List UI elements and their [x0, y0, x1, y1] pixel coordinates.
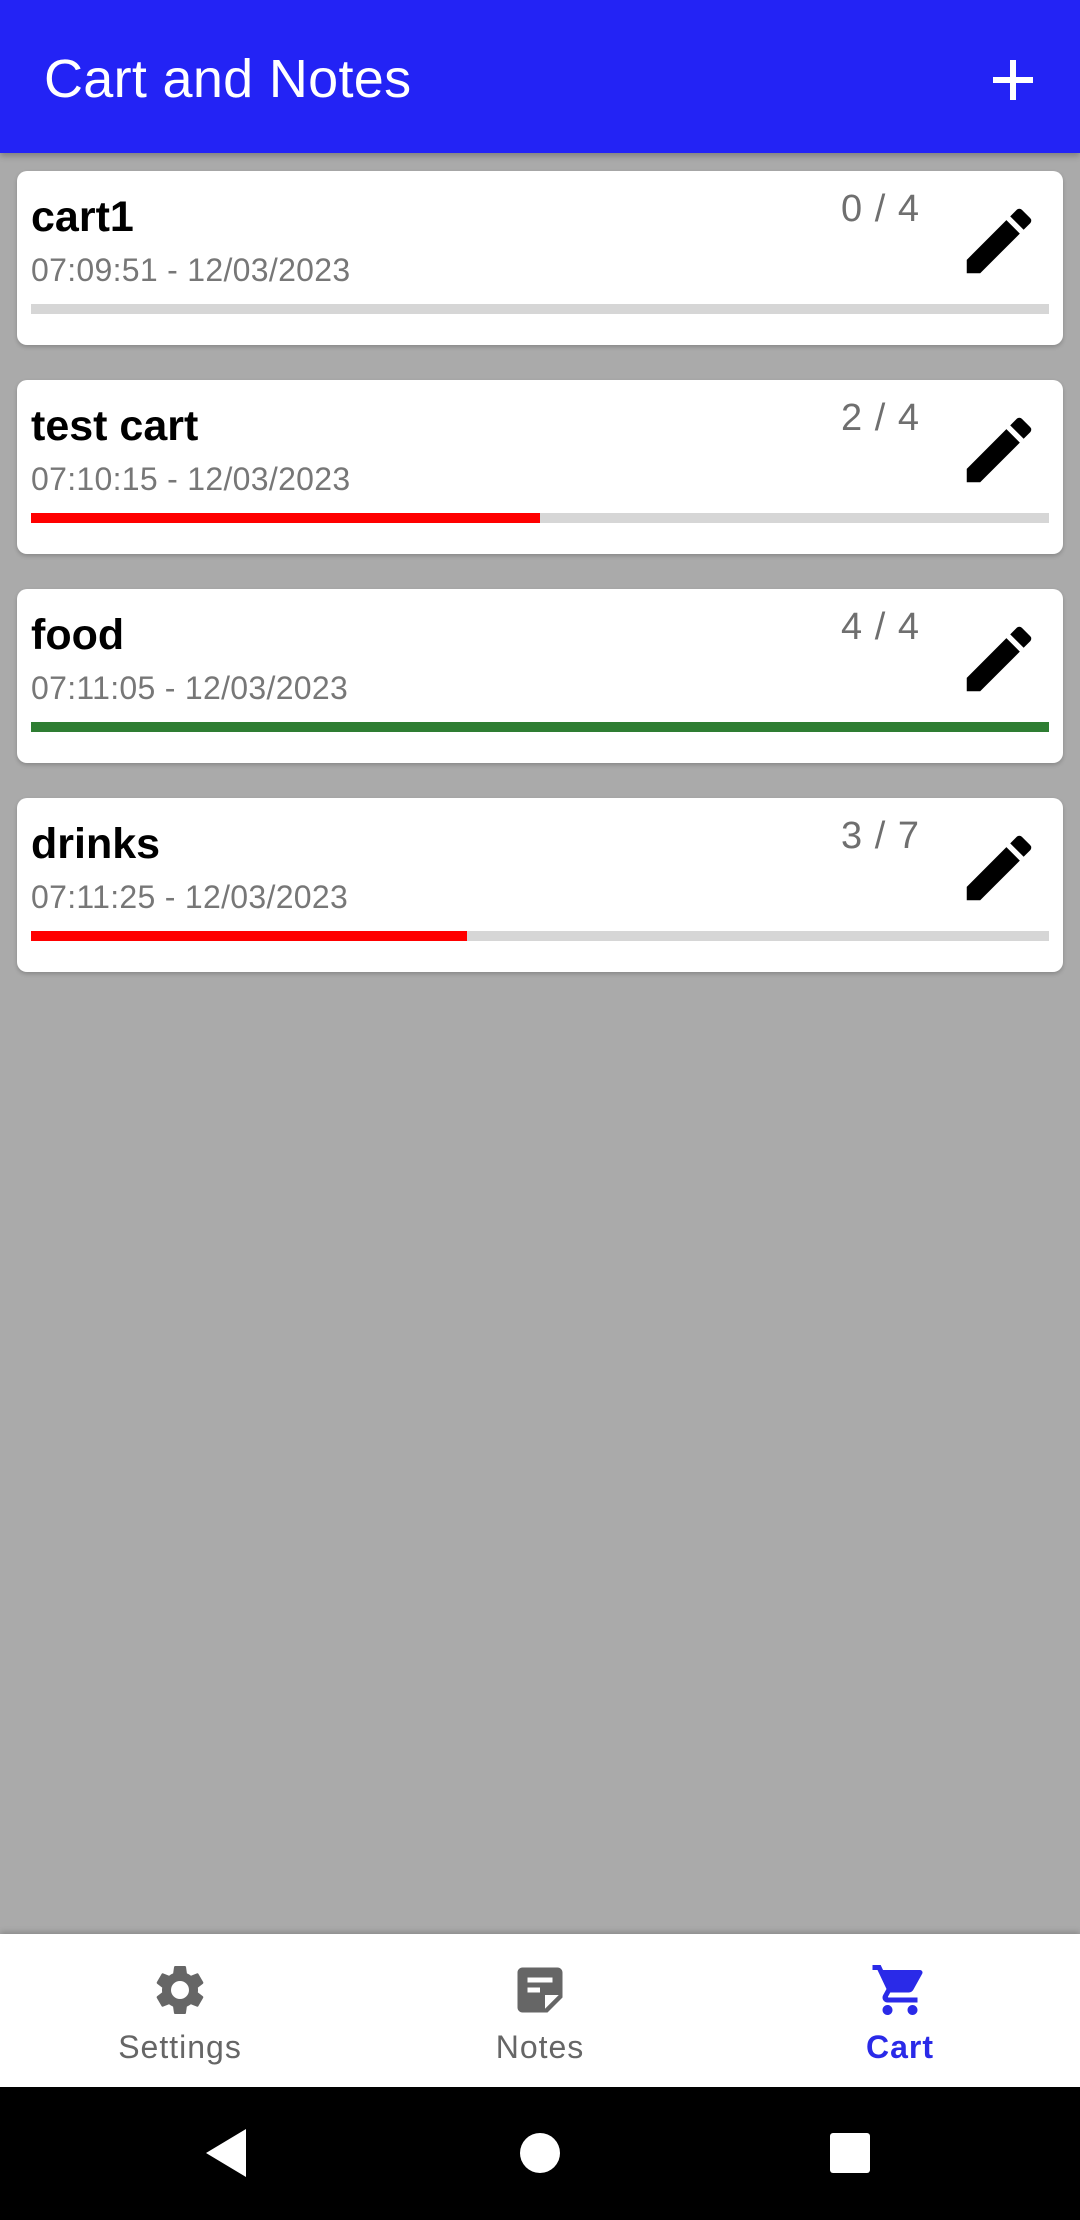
cart-count: 0 / 4 — [841, 188, 920, 230]
system-navigation-bar — [0, 2087, 1080, 2220]
cart-count: 3 / 7 — [841, 815, 920, 857]
nav-item-cart[interactable]: Cart — [720, 1934, 1080, 2087]
recents-square-icon — [830, 2133, 870, 2173]
cart-name: test cart — [31, 402, 199, 450]
progress-fill — [31, 513, 540, 523]
cart-list: cart1 07:09:51 - 12/03/2023 0 / 4 test c… — [17, 171, 1063, 1007]
nav-item-notes[interactable]: Notes — [360, 1934, 720, 2087]
pencil-icon — [966, 835, 1032, 901]
progress-bar — [31, 304, 1049, 314]
cart-date: 07:11:25 - 12/03/2023 — [31, 879, 349, 915]
bottom-navigation: Settings Notes Cart — [0, 1934, 1080, 2087]
nav-label-cart: Cart — [865, 2029, 934, 2065]
progress-fill — [31, 722, 1049, 732]
cart-item[interactable]: food 07:11:05 - 12/03/2023 4 / 4 — [17, 589, 1063, 763]
back-button[interactable] — [196, 2123, 256, 2183]
cart-count: 4 / 4 — [841, 606, 920, 648]
cart-item[interactable]: test cart 07:10:15 - 12/03/2023 2 / 4 — [17, 380, 1063, 554]
nav-item-settings[interactable]: Settings — [0, 1934, 360, 2087]
cart-item[interactable]: drinks 07:11:25 - 12/03/2023 3 / 7 — [17, 798, 1063, 972]
edit-button[interactable] — [951, 820, 1047, 916]
cart-date: 07:10:15 - 12/03/2023 — [31, 461, 351, 497]
progress-bar — [31, 513, 1049, 523]
page-title: Cart and Notes — [44, 49, 412, 109]
edit-button[interactable] — [951, 402, 1047, 498]
home-button[interactable] — [510, 2123, 570, 2183]
gear-icon — [150, 1960, 210, 2020]
cart-icon — [870, 1960, 930, 2020]
plus-icon — [993, 60, 1033, 100]
home-circle-icon — [520, 2133, 560, 2173]
cart-name: food — [31, 611, 125, 659]
progress-fill — [31, 931, 468, 941]
edit-button[interactable] — [951, 611, 1047, 707]
cart-item[interactable]: cart1 07:09:51 - 12/03/2023 0 / 4 — [17, 171, 1063, 345]
app-root: Cart and Notes cart1 07:09:51 - 12/03/20… — [0, 0, 1080, 2220]
nav-label-settings: Settings — [118, 2029, 242, 2065]
cart-date: 07:09:51 - 12/03/2023 — [31, 252, 351, 288]
recents-button[interactable] — [820, 2123, 880, 2183]
cart-name: drinks — [31, 820, 161, 868]
pencil-icon — [966, 208, 1032, 274]
cart-name: cart1 — [31, 193, 134, 241]
nav-label-notes: Notes — [495, 2029, 585, 2065]
notes-icon — [510, 1960, 570, 2020]
back-triangle-icon — [206, 2129, 246, 2177]
app-bar: Cart and Notes — [0, 0, 1080, 153]
cart-count: 2 / 4 — [841, 397, 920, 439]
pencil-icon — [966, 417, 1032, 483]
pencil-icon — [966, 626, 1032, 692]
progress-bar — [31, 722, 1049, 732]
cart-date: 07:11:05 - 12/03/2023 — [31, 670, 349, 706]
edit-button[interactable] — [951, 193, 1047, 289]
progress-bar — [31, 931, 1049, 941]
add-cart-button[interactable] — [975, 42, 1051, 118]
